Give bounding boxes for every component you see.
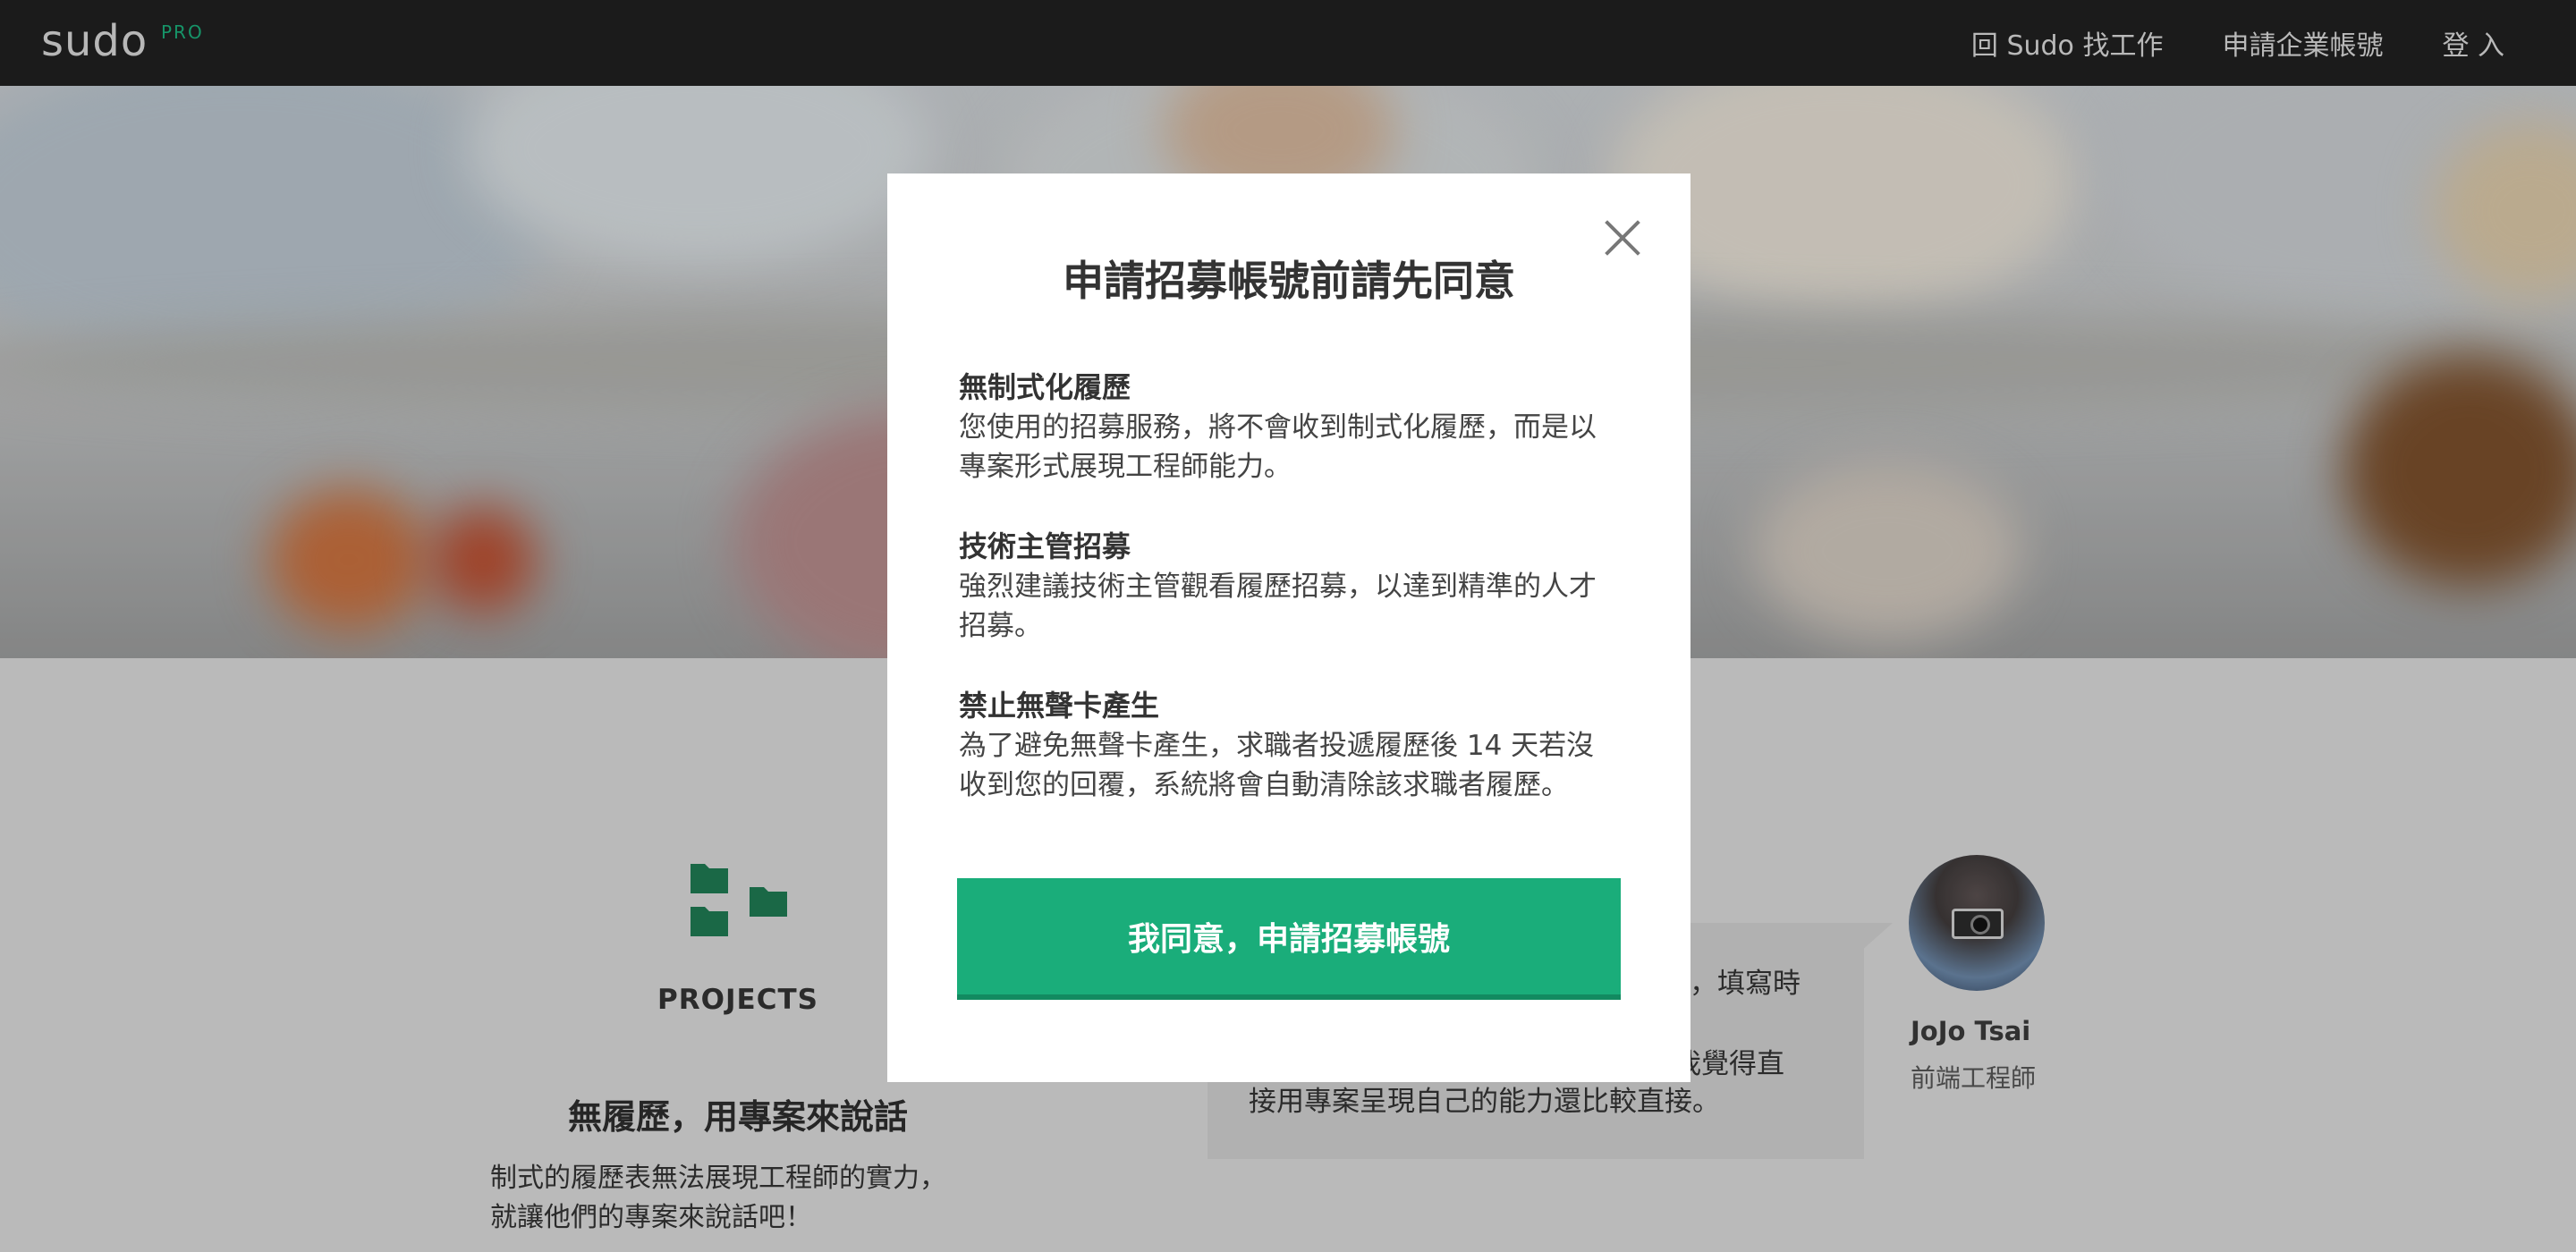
agree-apply-button[interactable]: 我同意，申請招募帳號 (957, 878, 1621, 1000)
term-no-standard-resume: 無制式化履歷 您使用的招募服務，將不會收到制式化履歷，而是以 專案形式展現工程師… (959, 367, 1628, 486)
term-body-line-1: 為了避免無聲卡產生，求職者投遞履歷後 14 天若沒 (959, 730, 1595, 762)
term-body-line-2: 專案形式展現工程師能力。 (959, 451, 1292, 483)
term-heading: 禁止無聲卡產生 (959, 689, 1160, 723)
term-body-line-1: 您使用的招募服務，將不會收到制式化履歷，而是以 (959, 411, 1597, 444)
term-body-line-1: 強烈建議技術主管觀看履歷招募，以達到精準的人才 (959, 571, 1597, 603)
modal-title: 申請招募帳號前請先同意 (1063, 257, 1515, 305)
term-body-line-2: 收到您的回覆，系統將會自動清除該求職者履歷。 (959, 769, 1569, 801)
term-tech-lead-recruiting: 技術主管招募 強烈建議技術主管觀看履歷招募，以達到精準的人才 招募。 (959, 526, 1628, 646)
term-body-line-2: 招募。 (959, 610, 1042, 642)
agreement-modal: 申請招募帳號前請先同意 無制式化履歷 您使用的招募服務，將不會收到制式化履歷，而… (887, 173, 1690, 1082)
term-heading: 技術主管招募 (959, 529, 1131, 563)
term-no-silent-cards: 禁止無聲卡產生 為了避免無聲卡產生，求職者投遞履歷後 14 天若沒 收到您的回覆… (959, 685, 1628, 805)
term-heading: 無制式化履歷 (959, 370, 1131, 404)
